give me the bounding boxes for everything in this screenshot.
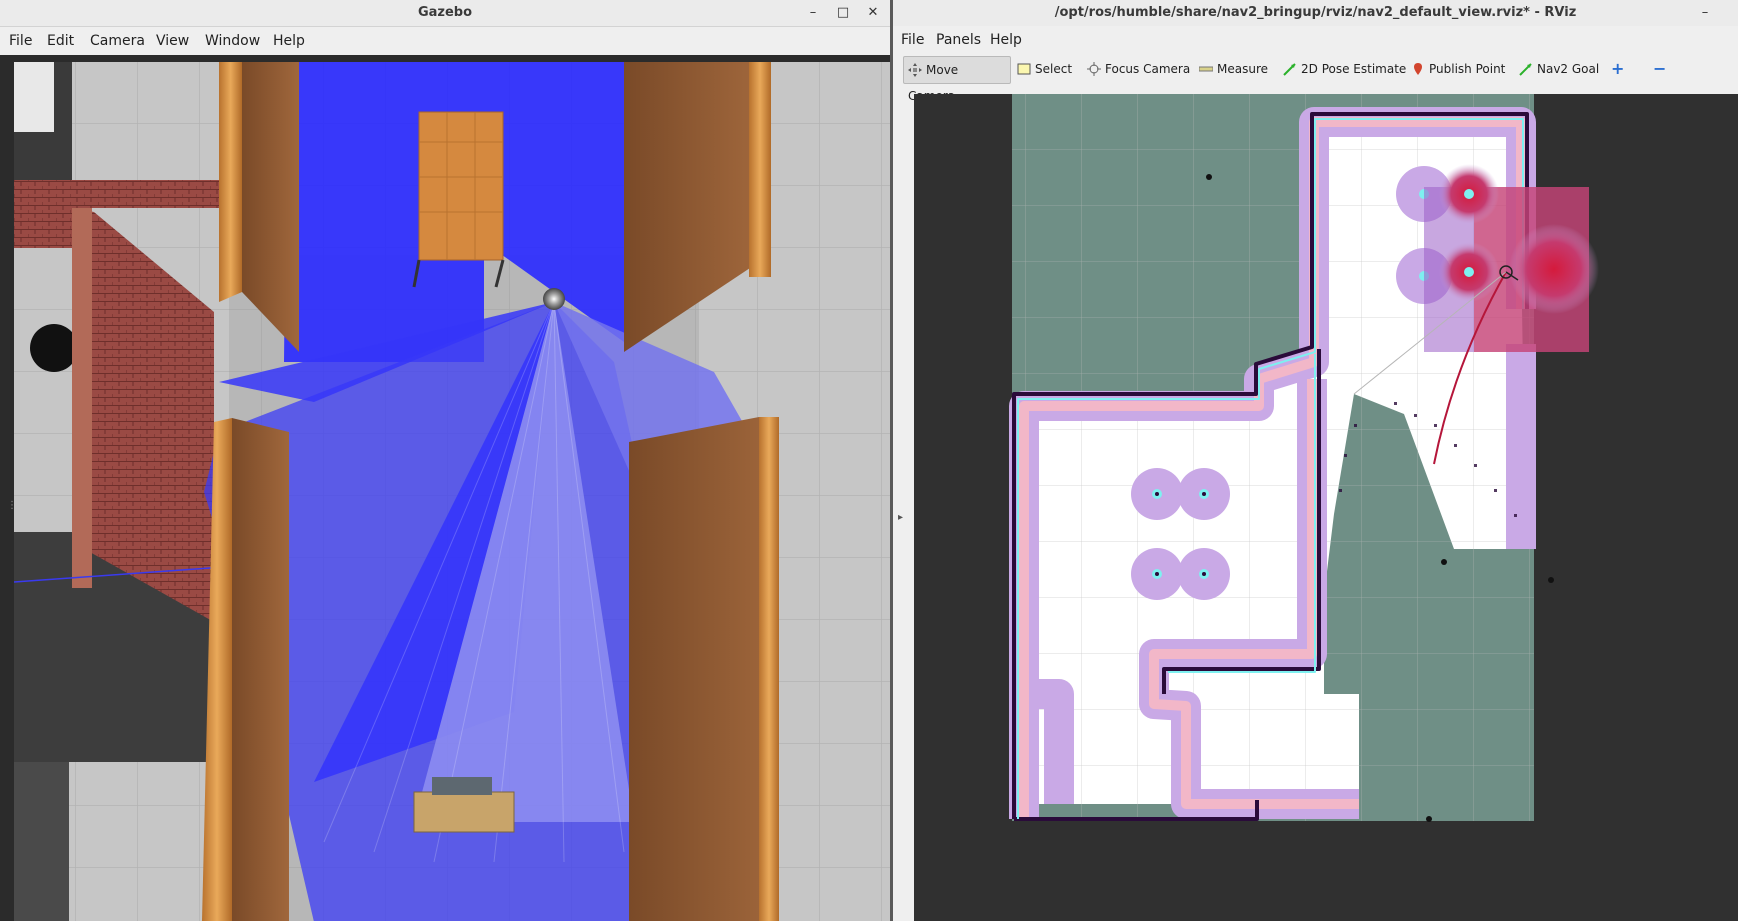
gazebo-window-title: Gazebo	[417, 5, 473, 20]
robot-lidar-sensor	[543, 288, 565, 310]
menu-help[interactable]: Help	[273, 33, 305, 49]
menu-file[interactable]: File	[901, 32, 924, 48]
menu-help[interactable]: Help	[990, 32, 1022, 48]
map-pin-icon	[1414, 62, 1422, 75]
minimize-icon[interactable]: –	[1695, 3, 1715, 23]
gazebo-window: Gazebo – □ ✕ File Edit Camera View Windo…	[0, 0, 890, 921]
pose-arrow-icon	[1283, 62, 1296, 76]
tool-measure[interactable]: Measure	[1195, 56, 1272, 82]
wood-wall-bottom-right	[629, 417, 779, 921]
rviz-window-title: /opt/ros/humble/share/nav2_bringup/rviz/…	[1054, 5, 1577, 20]
menu-edit[interactable]: Edit	[47, 33, 74, 49]
costmap-view	[1009, 94, 1599, 822]
wood-wall-top-left	[219, 62, 242, 302]
tool-2d-pose-estimate[interactable]: 2D Pose Estimate	[1279, 56, 1410, 82]
gazebo-scene	[14, 62, 890, 921]
rviz-toolbar: Move Camera Select Focus Camera Measure …	[893, 53, 1738, 103]
close-icon[interactable]: ✕	[863, 3, 883, 23]
menu-panels[interactable]: Panels	[936, 32, 981, 48]
rviz-3d-view[interactable]	[914, 94, 1738, 921]
tool-select[interactable]: Select	[1013, 56, 1076, 82]
rviz-window: /opt/ros/humble/share/nav2_bringup/rviz/…	[893, 0, 1738, 921]
local-costmap	[1424, 164, 1599, 352]
tool-focus-camera[interactable]: Focus Camera	[1083, 56, 1194, 82]
panel-collapse-icon[interactable]: ▸	[898, 512, 903, 523]
gazebo-menubar: File Edit Camera View Window Help	[0, 27, 890, 55]
rviz-menubar: File Panels Help	[893, 26, 1738, 54]
black-cylinder	[30, 324, 78, 372]
move-camera-icon	[908, 62, 922, 77]
menu-file[interactable]: File	[9, 33, 32, 49]
brick-pillar	[72, 208, 92, 588]
tool-nav2-goal[interactable]: Nav2 Goal	[1515, 56, 1603, 82]
rviz-titlebar[interactable]: /opt/ros/humble/share/nav2_bringup/rviz/…	[893, 0, 1738, 27]
menu-window[interactable]: Window	[205, 33, 260, 49]
maximize-icon[interactable]: □	[833, 3, 853, 23]
ruler-icon	[1199, 66, 1213, 71]
focus-camera-icon	[1087, 61, 1101, 76]
goal-arrow-icon	[1519, 62, 1532, 76]
tool-move-camera[interactable]: Move Camera	[903, 56, 1011, 103]
gazebo-3d-viewport[interactable]	[14, 62, 890, 921]
wooden-table	[418, 111, 504, 261]
splitter-handle-icon[interactable]: ⋮	[7, 500, 17, 516]
add-tool-icon[interactable]: +	[1607, 56, 1628, 82]
tool-publish-point[interactable]: Publish Point	[1407, 56, 1509, 82]
menu-view[interactable]: View	[156, 33, 189, 49]
remove-tool-icon[interactable]: −	[1649, 56, 1670, 82]
gazebo-titlebar[interactable]: Gazebo – □ ✕	[0, 0, 890, 27]
menu-camera[interactable]: Camera	[90, 33, 145, 49]
minimize-icon[interactable]: –	[803, 3, 823, 23]
select-icon	[1017, 63, 1031, 74]
